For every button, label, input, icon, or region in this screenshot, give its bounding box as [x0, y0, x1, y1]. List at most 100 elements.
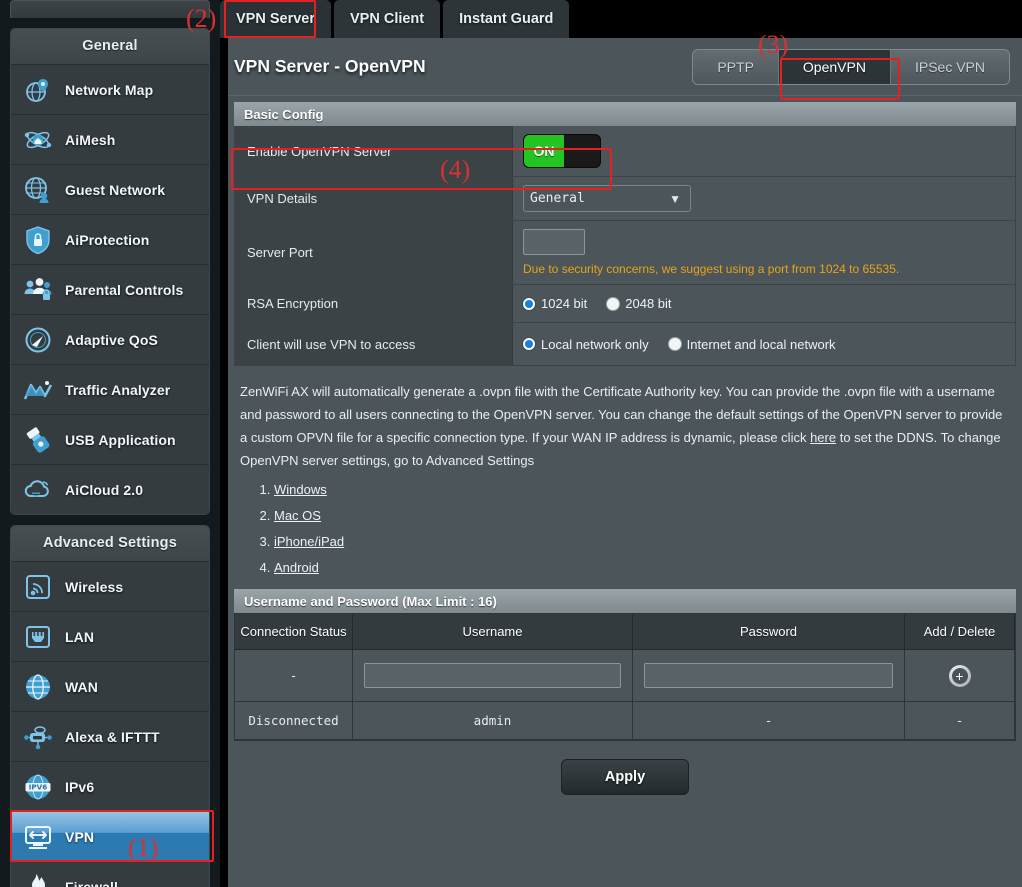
sidebar-item-guest-network[interactable]: Guest Network — [11, 164, 209, 214]
subtab-openvpn[interactable]: OpenVPN — [778, 49, 891, 84]
sidebar-item-usb-application[interactable]: USB Application — [11, 414, 209, 464]
th-username: Username — [353, 614, 633, 650]
sidebar-item-aicloud-2-0[interactable]: AiCloud 2.0 — [11, 464, 209, 514]
sidebar-item-wireless[interactable]: Wireless — [11, 561, 209, 611]
radio-rsa-1024-label: 1024 bit — [541, 296, 588, 311]
row-client-vpn-access: Client will use VPN to access Local netw… — [235, 323, 1015, 365]
table-header-row: Connection Status Username Password Add … — [235, 614, 1015, 650]
toggle-on-label: ON — [524, 135, 564, 167]
protocol-subtabs: PPTP OpenVPN IPSec VPN — [692, 48, 1010, 85]
main-content: VPN Server VPN Client Instant Guard VPN … — [220, 0, 1022, 887]
tab-vpn-server[interactable]: VPN Server — [220, 0, 331, 38]
sidebar-item-wan[interactable]: WAN — [11, 661, 209, 711]
apply-button[interactable]: Apply — [561, 759, 689, 795]
tab-vpn-client-label: VPN Client — [350, 11, 425, 27]
subtab-pptp[interactable]: PPTP — [693, 49, 779, 84]
sidebar-item-label: Guest Network — [65, 181, 166, 198]
shield-lock-icon — [21, 223, 55, 257]
row-password: - — [633, 702, 905, 740]
sidebar-item-label: Traffic Analyzer — [65, 381, 171, 398]
server-port-input[interactable] — [523, 229, 585, 255]
enable-openvpn-server-toggle[interactable]: ON — [523, 134, 601, 168]
vpn-details-select[interactable]: GeneralAdvanced Settings — [523, 185, 691, 212]
sidebar-item-label: USB Application — [65, 431, 176, 448]
sidebar-item-label: WAN — [65, 678, 98, 695]
sidebar-item-alexa-ifttt[interactable]: Alexa & IFTTT — [11, 711, 209, 761]
radio-rsa-2048-label: 2048 bit — [625, 296, 672, 311]
server-port-hint: Due to security concerns, we suggest usi… — [523, 262, 900, 276]
radio-internet-and-local-label: Internet and local network — [686, 336, 836, 352]
sidebar-item-label: AiProtection — [65, 231, 150, 248]
tab-vpn-client[interactable]: VPN Client — [334, 0, 441, 38]
sidebar-item-label: Parental Controls — [65, 281, 184, 298]
openvpn-description: ZenWiFi AX will automatically generate a… — [228, 366, 1022, 476]
page-title: VPN Server - OpenVPN — [234, 56, 426, 76]
table-row: Disconnected admin - - — [235, 702, 1015, 740]
os-link-iphone-ipad[interactable]: iPhone/iPad — [274, 534, 344, 549]
sidebar-item-label: Network Map — [65, 81, 154, 98]
cloud-icon — [21, 473, 55, 507]
user-table-section-header: Username and Password (Max Limit : 16) — [234, 589, 1016, 613]
vpn-server-panel: VPN Server - OpenVPN PPTP OpenVPN IPSec … — [228, 38, 1022, 887]
tab-instant-guard[interactable]: Instant Guard — [443, 0, 570, 38]
username-password-table: Connection Status Username Password Add … — [234, 613, 1016, 741]
ipv6-icon: IPV6 — [21, 770, 55, 804]
sidebar-item-lan[interactable]: LAN — [11, 611, 209, 661]
th-password: Password — [633, 614, 905, 650]
row-vpn-details: VPN Details GeneralAdvanced Settings ▼ — [235, 177, 1015, 221]
table-input-row: - + — [235, 650, 1015, 702]
radio-internet-and-local[interactable] — [668, 338, 681, 350]
sidebar-item-traffic-analyzer[interactable]: Traffic Analyzer — [11, 364, 209, 414]
row-username: admin — [353, 702, 633, 740]
basic-config-section-header: Basic Config — [234, 102, 1016, 126]
speedometer-icon — [21, 323, 55, 357]
enable-openvpn-server-label: Enable OpenVPN Server — [235, 126, 513, 176]
sidebar-item-label: Wireless — [65, 578, 124, 595]
os-link-mac-os[interactable]: Mac OS — [274, 508, 321, 523]
client-os-list: Windows Mac OS iPhone/iPad Android — [274, 482, 1022, 575]
guest-network-icon — [21, 173, 55, 207]
sidebar-item-network-map[interactable]: Network Map — [11, 64, 209, 114]
network-map-icon — [21, 73, 55, 107]
row-server-port: Server Port Due to security concerns, we… — [235, 221, 1015, 285]
vpn-icon — [21, 820, 55, 854]
vpn-details-label: VPN Details — [235, 177, 513, 220]
aimesh-icon — [21, 123, 55, 157]
plus-circle-icon[interactable]: + — [948, 664, 971, 687]
sidebar-group-header: Advanced Settings — [11, 526, 209, 561]
sidebar-item-label: AiMesh — [65, 131, 116, 148]
sidebar-item-adaptive-qos[interactable]: Adaptive QoS — [11, 314, 209, 364]
row-rsa-encryption: RSA Encryption 1024 bit 2048 bit — [235, 285, 1015, 323]
sidebar-item-aiprotection[interactable]: AiProtection — [11, 214, 209, 264]
sidebar-item-vpn[interactable]: VPN — [11, 811, 209, 861]
radio-rsa-2048[interactable] — [607, 297, 620, 310]
input-row-status: - — [235, 650, 353, 702]
globe-icon — [21, 670, 55, 704]
sidebar-navigation: General Network Map AiMesh Guest Network AiP… — [0, 0, 220, 887]
sidebar-item-ipv6[interactable]: IPV6 IPv6 — [11, 761, 209, 811]
sidebar-item-parental-controls[interactable]: Parental Controls — [11, 264, 209, 314]
sidebar-item-label: Adaptive QoS — [65, 331, 158, 348]
tab-instant-guard-label: Instant Guard — [459, 11, 554, 27]
sidebar-item-firewall[interactable]: Firewall — [11, 861, 209, 887]
radio-rsa-1024[interactable] — [523, 297, 535, 310]
os-link-windows[interactable]: Windows — [274, 482, 327, 497]
traffic-analyzer-icon — [21, 373, 55, 407]
th-add-delete: Add / Delete — [905, 614, 1015, 650]
radio-local-network-only[interactable] — [523, 338, 535, 350]
ddns-here-link[interactable]: here — [810, 430, 836, 445]
sidebar-group-advanced-settings: Advanced Settings Wireless LAN WAN Alexa & I… — [10, 525, 210, 887]
list-item: Windows — [274, 482, 1022, 497]
sidebar-item-label: Firewall — [65, 878, 118, 887]
list-item: Android — [274, 560, 1022, 575]
server-port-label: Server Port — [235, 221, 513, 284]
new-username-input[interactable] — [364, 663, 621, 688]
new-password-input[interactable] — [643, 663, 894, 688]
radio-local-network-only-label: Local network only — [541, 336, 649, 352]
sidebar-item-aimesh[interactable]: AiMesh — [11, 114, 209, 164]
row-status: Disconnected — [235, 702, 353, 740]
firewall-flame-icon — [21, 870, 55, 887]
subtab-openvpn-label: OpenVPN — [802, 58, 866, 75]
subtab-ipsec-vpn[interactable]: IPSec VPN — [890, 49, 1009, 84]
os-link-android[interactable]: Android — [274, 560, 319, 575]
